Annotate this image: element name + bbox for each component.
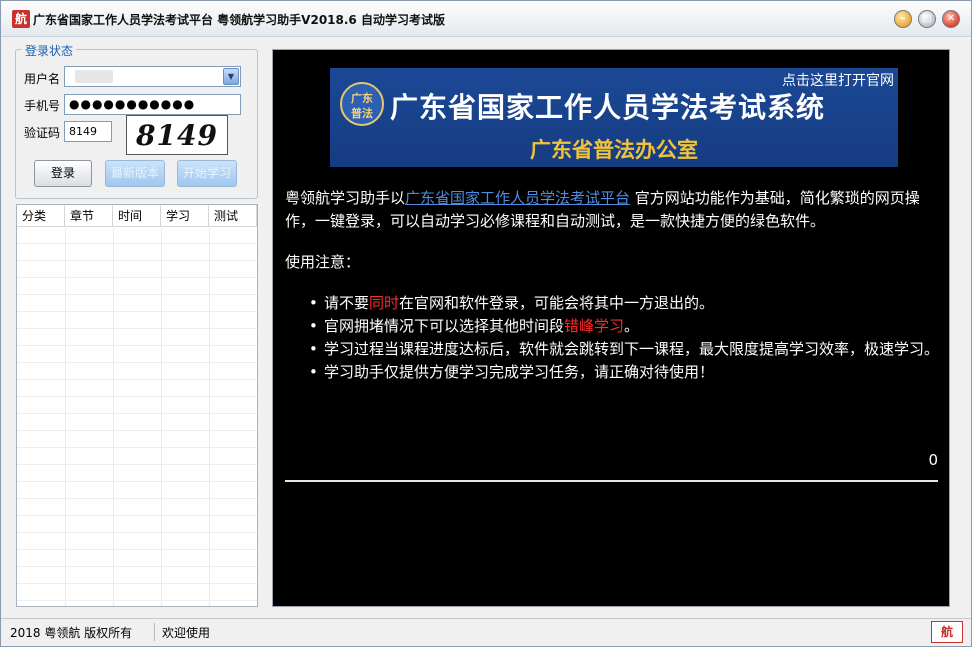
note2-text-b: 。 <box>624 317 640 335</box>
table-header: 分类 章节 时间 学习 测试 <box>17 205 257 227</box>
column-divider <box>65 227 66 606</box>
course-table[interactable]: 分类 章节 时间 学习 测试 <box>16 204 258 607</box>
note2-highlight: 错峰学习 <box>564 317 625 335</box>
maximize-icon: □ <box>922 13 932 24</box>
latest-version-button[interactable]: 最新版本 <box>105 160 165 187</box>
notes-list: 请不要同时在官网和软件登录，可能会将其中一方退出的。 官网拥堵情况下可以选择其他… <box>285 292 939 384</box>
welcome-text: 欢迎使用 <box>162 626 211 640</box>
phone-field[interactable]: ●●●●●●●●●●● <box>64 94 241 115</box>
column-header-test[interactable]: 测试 <box>209 205 257 227</box>
captcha-image[interactable]: 8149 <box>126 115 228 155</box>
list-item: 请不要同时在官网和软件登录，可能会将其中一方退出的。 <box>285 292 939 315</box>
note1-text-a: 请不要 <box>324 294 370 312</box>
close-button[interactable]: ✕ <box>942 10 960 28</box>
captcha-input[interactable]: 8149 <box>64 121 112 142</box>
official-site-banner[interactable]: 点击这里打开官网 广东 普法 广东省国家工作人员学法考试系统 广东省普法办公室 <box>330 68 898 167</box>
status-separator <box>154 623 155 641</box>
law-seal-icon: 广东 普法 <box>340 82 384 126</box>
start-learning-button[interactable]: 开始学习 <box>177 160 237 187</box>
column-header-chapter[interactable]: 章节 <box>65 205 113 227</box>
maximize-button[interactable]: □ <box>918 10 936 28</box>
login-group-title: 登录状态 <box>22 42 77 59</box>
column-divider <box>161 227 162 606</box>
phone-label: 手机号 <box>24 99 61 113</box>
minimize-button[interactable]: – <box>894 10 912 28</box>
minimize-icon: – <box>900 13 906 24</box>
username-label: 用户名 <box>24 72 61 86</box>
seal-bottom-text: 普法 <box>351 107 373 120</box>
column-header-time[interactable]: 时间 <box>113 205 161 227</box>
seal-top-text: 广东 <box>351 92 373 105</box>
close-icon: ✕ <box>946 13 956 24</box>
column-divider <box>209 227 210 606</box>
note1-text-b: 在官网和软件登录，可能会将其中一方退出的。 <box>399 294 715 312</box>
banner-title: 广东省国家工作人员学法考试系统 <box>390 91 826 124</box>
notes-title: 使用注意： <box>285 253 361 271</box>
window-title: 广东省国家工作人员学法考试平台 粤领航学习助手V2018.6 自动学习考试版 <box>33 13 445 27</box>
status-bar: 2018 粤领航 版权所有 欢迎使用 航 <box>1 618 971 646</box>
login-button[interactable]: 登录 <box>34 160 92 187</box>
note1-highlight: 同时 <box>369 294 400 312</box>
list-item: 官网拥堵情况下可以选择其他时间段错峰学习。 <box>285 315 939 338</box>
title-bar: 航 广东省国家工作人员学法考试平台 粤领航学习助手V2018.6 自动学习考试版… <box>1 1 971 37</box>
progress-divider <box>285 480 938 482</box>
banner-subtitle: 广东省普法办公室 <box>530 138 698 162</box>
column-divider <box>113 227 114 606</box>
brand-logo: 航 <box>931 621 963 643</box>
username-combobox[interactable]: ▼ <box>64 66 241 87</box>
column-header-study[interactable]: 学习 <box>161 205 209 227</box>
copyright-text: 2018 粤领航 版权所有 <box>10 626 133 640</box>
intro-paragraph: 粤领航学习助手以广东省国家工作人员学法考试平台 官方网站功能作为基础，简化繁琐的… <box>285 187 939 233</box>
captcha-image-text: 8149 <box>136 119 218 152</box>
app-icon: 航 <box>12 10 30 28</box>
note2-text-a: 官网拥堵情况下可以选择其他时间段 <box>324 317 565 335</box>
intro-prefix: 粤领航学习助手以 <box>285 189 406 207</box>
list-item: 学习助手仅提供方便学习完成学习任务，请正确对待使用！ <box>285 361 939 384</box>
list-item: 学习过程当课程进度达标后，软件就会跳转到下一课程，最大限度提高学习效率，极速学习… <box>285 338 939 361</box>
app-window: 航 广东省国家工作人员学法考试平台 粤领航学习助手V2018.6 自动学习考试版… <box>0 0 972 647</box>
intro-content: 粤领航学习助手以广东省国家工作人员学法考试平台 官方网站功能作为基础，简化繁琐的… <box>285 187 939 384</box>
progress-value: 0 <box>928 451 938 469</box>
table-rows <box>17 227 257 606</box>
chevron-down-icon[interactable]: ▼ <box>223 68 239 85</box>
username-value-redacted <box>75 70 113 83</box>
column-header-category[interactable]: 分类 <box>17 205 65 227</box>
official-platform-link[interactable]: 广东省国家工作人员学法考试平台 <box>405 189 630 207</box>
captcha-label: 验证码 <box>24 126 61 140</box>
